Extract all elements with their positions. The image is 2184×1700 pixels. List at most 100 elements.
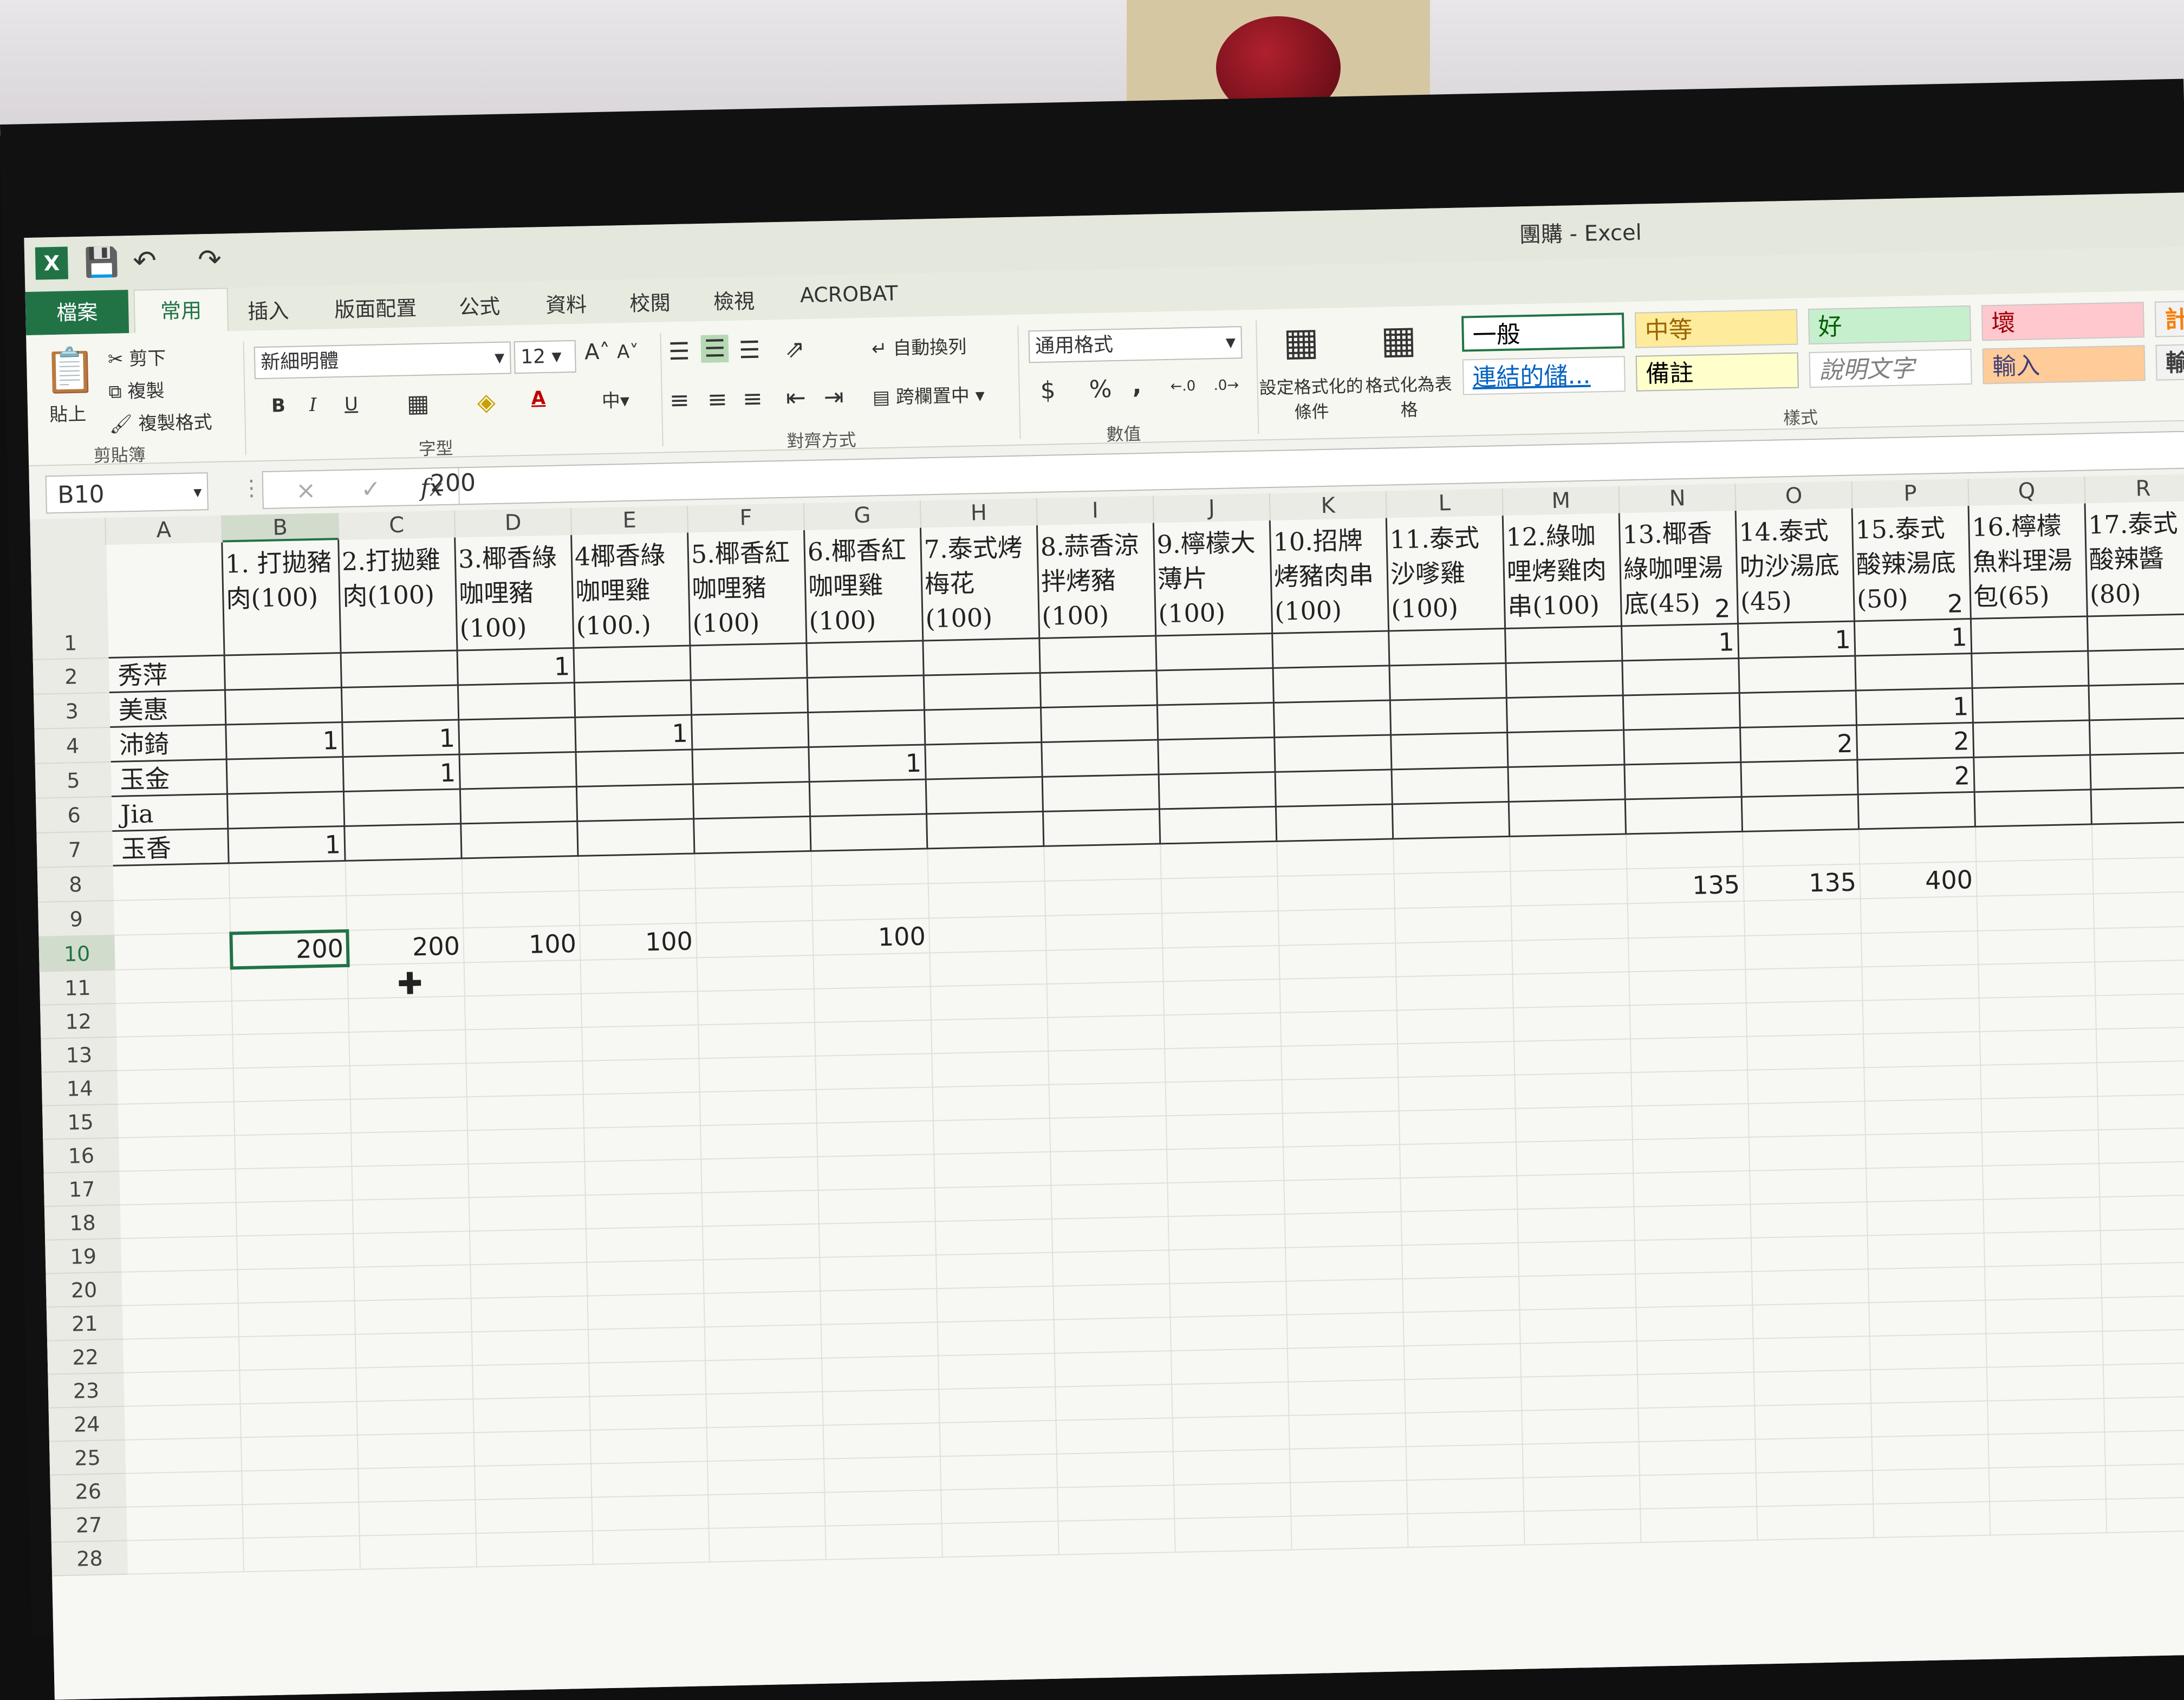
cell-g1[interactable]: 6.椰香紅咖哩雞(100) xyxy=(805,527,924,644)
cell-d27[interactable] xyxy=(476,1497,593,1534)
column-header-g[interactable]: G xyxy=(804,500,921,531)
cell-m22[interactable] xyxy=(1520,1308,1637,1344)
cell-e6[interactable] xyxy=(577,785,695,822)
cell-h14[interactable] xyxy=(932,1051,1050,1088)
cell-j4[interactable] xyxy=(1158,703,1276,741)
cell-n8[interactable] xyxy=(1627,832,1744,870)
cell-k3[interactable] xyxy=(1273,666,1391,704)
cell-i14[interactable] xyxy=(1049,1049,1166,1085)
cell-b26[interactable] xyxy=(242,1469,360,1506)
cell-h21[interactable] xyxy=(937,1286,1055,1323)
cell-r10[interactable] xyxy=(2094,891,2184,929)
cell-r3[interactable] xyxy=(2089,649,2184,687)
row-header-4[interactable]: 4 xyxy=(34,727,111,764)
paste-icon[interactable]: 📋 xyxy=(43,344,98,396)
cell-q2[interactable] xyxy=(1971,617,2089,654)
cell-e15[interactable] xyxy=(583,1092,701,1129)
cell-g17[interactable] xyxy=(818,1155,935,1191)
cell-g23[interactable] xyxy=(822,1356,940,1392)
cell-l3[interactable] xyxy=(1390,663,1507,701)
cell-b21[interactable] xyxy=(238,1301,356,1338)
cell-q8[interactable] xyxy=(1975,825,2094,862)
tab-review[interactable]: 校閱 xyxy=(629,286,671,317)
cell-e16[interactable] xyxy=(584,1126,702,1162)
cell-q25[interactable] xyxy=(1988,1399,2105,1435)
cell-j17[interactable] xyxy=(1167,1147,1285,1184)
cell-m15[interactable] xyxy=(1515,1073,1633,1109)
cell-l10[interactable] xyxy=(1395,906,1513,944)
cell-l6[interactable] xyxy=(1392,767,1510,805)
cell-h13[interactable] xyxy=(932,1018,1049,1054)
row-header-14[interactable]: 14 xyxy=(41,1071,118,1106)
cell-d1[interactable]: 3.椰香綠咖哩豬(100) xyxy=(456,535,575,652)
grow-font-icon[interactable]: A˄ xyxy=(584,340,610,365)
row-header-20[interactable]: 20 xyxy=(46,1272,122,1308)
cell-a15[interactable] xyxy=(118,1102,236,1138)
cell-o20[interactable] xyxy=(1751,1236,1869,1272)
cell-j19[interactable] xyxy=(1168,1214,1286,1251)
cell-i8[interactable] xyxy=(1044,844,1162,882)
cell-n1[interactable]: 13.椰香綠咖哩湯底(45) 2 xyxy=(1620,511,1739,627)
cell-m12[interactable] xyxy=(1513,972,1630,1008)
cell-j26[interactable] xyxy=(1173,1449,1291,1486)
cell-i9[interactable] xyxy=(1045,879,1162,916)
cell-n25[interactable] xyxy=(1639,1406,1756,1443)
cell-p12[interactable] xyxy=(1862,965,1980,1001)
cell-e11[interactable] xyxy=(581,958,698,994)
cell-a9[interactable] xyxy=(114,898,231,936)
cell-e13[interactable] xyxy=(582,1025,700,1061)
cell-l9[interactable] xyxy=(1394,871,1512,909)
cell-i28[interactable] xyxy=(1058,1519,1176,1555)
cell-d24[interactable] xyxy=(473,1397,591,1434)
cell-i3[interactable] xyxy=(1041,671,1158,708)
cell-h19[interactable] xyxy=(935,1219,1054,1256)
cell-n23[interactable] xyxy=(1637,1339,1754,1376)
cell-l26[interactable] xyxy=(1406,1444,1524,1481)
row-header-11[interactable]: 11 xyxy=(39,970,116,1006)
cell-k19[interactable] xyxy=(1285,1212,1402,1248)
cell-p11[interactable] xyxy=(1862,931,1979,968)
cell-r14[interactable] xyxy=(2096,1027,2184,1064)
cell-i7[interactable] xyxy=(1044,810,1161,847)
cell-b7[interactable]: 1 xyxy=(229,826,346,864)
cell-h2[interactable] xyxy=(924,639,1041,676)
cell-a1[interactable] xyxy=(106,542,225,659)
row-header-23[interactable]: 23 xyxy=(48,1373,125,1409)
cell-k16[interactable] xyxy=(1283,1111,1401,1148)
cell-e20[interactable] xyxy=(587,1260,705,1297)
cell-o23[interactable] xyxy=(1753,1337,1871,1373)
cell-m16[interactable] xyxy=(1516,1106,1633,1143)
cell-b2[interactable] xyxy=(225,654,342,691)
cell-n12[interactable] xyxy=(1629,969,1747,1006)
cell-e28[interactable] xyxy=(593,1529,710,1565)
cell-i18[interactable] xyxy=(1051,1183,1169,1220)
cell-h4[interactable] xyxy=(925,708,1043,746)
number-format-select[interactable]: 通用格式 ▾ xyxy=(1028,326,1243,363)
cell-e5[interactable] xyxy=(576,750,694,787)
cell-c8[interactable] xyxy=(346,859,463,896)
cell-a28[interactable] xyxy=(127,1539,245,1575)
cell-i25[interactable] xyxy=(1056,1418,1174,1455)
cell-o14[interactable] xyxy=(1747,1034,1865,1071)
cell-f19[interactable] xyxy=(703,1224,821,1261)
cell-k6[interactable] xyxy=(1276,770,1393,807)
column-header-q[interactable]: Q xyxy=(1968,476,2086,506)
cell-d15[interactable] xyxy=(467,1095,585,1131)
row-header-19[interactable]: 19 xyxy=(45,1239,122,1274)
cell-l24[interactable] xyxy=(1405,1377,1523,1414)
cell-g20[interactable] xyxy=(820,1255,938,1292)
cell-q20[interactable] xyxy=(1984,1231,2102,1267)
cell-k15[interactable] xyxy=(1282,1078,1400,1114)
cell-g27[interactable] xyxy=(825,1490,942,1527)
style-good[interactable]: 好 xyxy=(1808,305,1972,345)
cell-m6[interactable] xyxy=(1509,765,1626,803)
cell-n7[interactable] xyxy=(1626,797,1744,835)
cell-n9[interactable]: 135 xyxy=(1627,867,1745,904)
cell-j12[interactable] xyxy=(1164,979,1281,1016)
cell-g6[interactable] xyxy=(810,780,928,817)
cell-j25[interactable] xyxy=(1173,1416,1290,1453)
row-header-2[interactable]: 2 xyxy=(32,659,110,695)
cell-o22[interactable] xyxy=(1753,1303,1870,1339)
cell-g14[interactable] xyxy=(816,1054,933,1090)
cell-d7[interactable] xyxy=(461,822,579,859)
